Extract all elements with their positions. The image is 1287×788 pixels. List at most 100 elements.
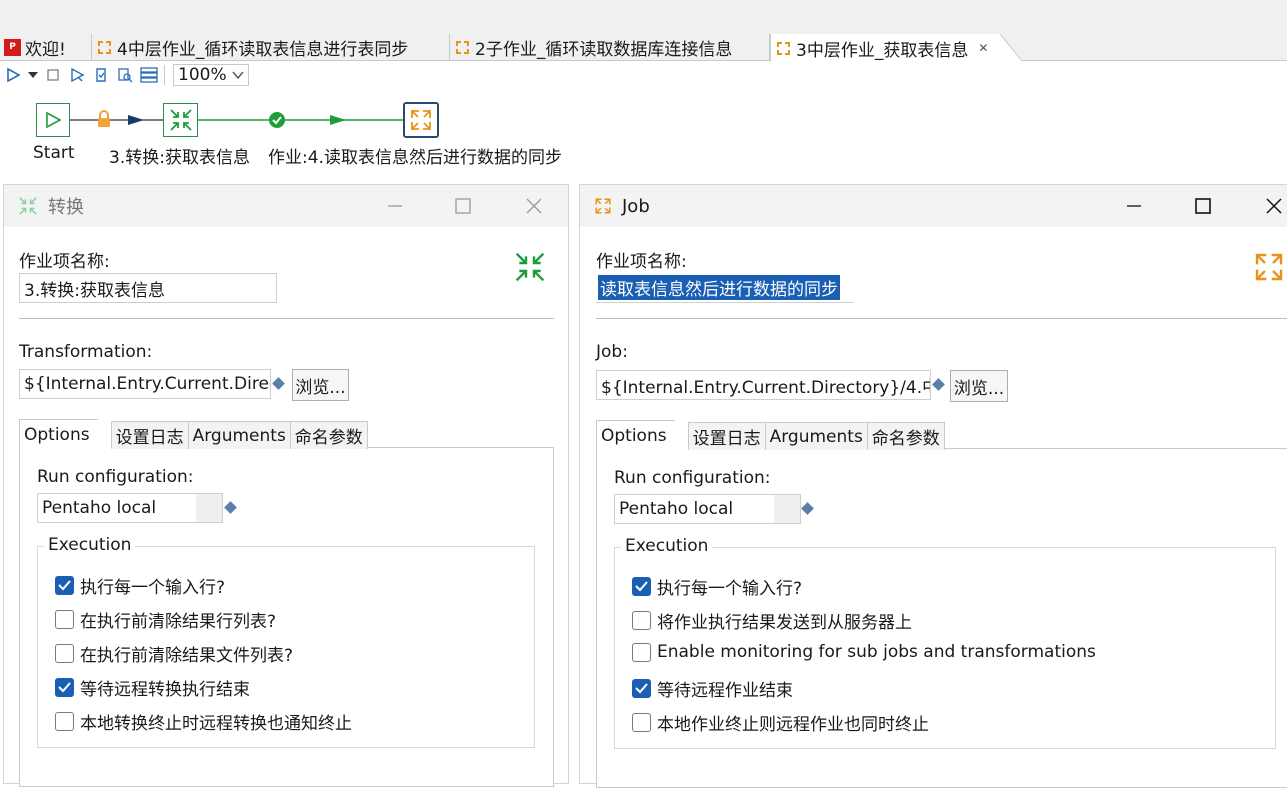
- check-button[interactable]: [90, 64, 112, 86]
- tab-options[interactable]: Options: [19, 419, 112, 449]
- chevron-down-icon: [232, 71, 244, 79]
- option-row[interactable]: Enable monitoring for sub jobs and trans…: [632, 642, 1096, 662]
- close-button[interactable]: [521, 193, 547, 219]
- window-top-band: [0, 0, 1287, 34]
- success-check-icon: [269, 112, 285, 128]
- tab-job-4[interactable]: 4中层作业_循环读取表信息进行表同步: [92, 34, 450, 61]
- maximize-icon: [1195, 198, 1211, 214]
- option-label: 在执行前清除结果文件列表?: [80, 646, 294, 666]
- option-label: 本地作业终止则远程作业也同时终止: [657, 715, 929, 735]
- sql-button[interactable]: [138, 64, 160, 86]
- checkbox[interactable]: [632, 577, 651, 596]
- tab-options[interactable]: Options: [596, 420, 689, 450]
- toolbar-separator: [164, 65, 165, 85]
- transformation-icon: [19, 197, 37, 215]
- checkbox[interactable]: [55, 610, 74, 629]
- dialog-tabs: Options 设置日志 Arguments 命名参数: [19, 419, 368, 449]
- tab-job-2[interactable]: 2子作业_循环读取数据库连接信息: [450, 34, 770, 61]
- checkbox[interactable]: [632, 713, 651, 732]
- check-icon: [635, 581, 648, 592]
- run-options-dropdown[interactable]: [26, 64, 40, 86]
- job-icon: [1255, 253, 1283, 281]
- checkbox[interactable]: [632, 679, 651, 698]
- zoom-select[interactable]: 100%: [173, 64, 249, 86]
- option-row[interactable]: 执行每一个输入行?: [632, 574, 802, 599]
- run-config-label: Run configuration:: [37, 467, 194, 487]
- tab-welcome[interactable]: P 欢迎!: [0, 34, 92, 61]
- run-config-select[interactable]: Pentaho local: [614, 494, 801, 524]
- execution-label: Execution: [621, 536, 713, 556]
- minimize-button[interactable]: [382, 193, 408, 219]
- checkbox[interactable]: [55, 644, 74, 663]
- option-row[interactable]: 在执行前清除结果行列表?: [55, 607, 276, 632]
- dialog-tabs: Options 设置日志 Arguments 命名参数: [596, 420, 945, 450]
- option-row[interactable]: 等待远程作业结束: [632, 676, 793, 701]
- run-button[interactable]: [2, 64, 24, 86]
- chevron-down-icon: [28, 72, 38, 78]
- tab-slant-decoration: [1000, 34, 1022, 61]
- stop-button[interactable]: [42, 64, 64, 86]
- replay-button[interactable]: [66, 64, 88, 86]
- checkbox[interactable]: [55, 712, 74, 731]
- browse-button[interactable]: 浏览...: [950, 370, 1008, 402]
- close-icon[interactable]: ✕: [978, 41, 988, 55]
- maximize-button[interactable]: [1190, 193, 1216, 219]
- run-config-label: Run configuration:: [614, 468, 771, 488]
- start-node[interactable]: [36, 103, 70, 137]
- dialog-title: Job: [622, 195, 650, 217]
- minimize-button[interactable]: [1121, 193, 1147, 219]
- transformation-path-input[interactable]: ${Internal.Entry.Current.Direc: [19, 369, 271, 399]
- checkbox[interactable]: [55, 576, 74, 595]
- entry-name-label: 作业项名称:: [19, 252, 110, 272]
- close-icon: [526, 198, 542, 214]
- option-row[interactable]: 本地转换终止时远程转换也通知终止: [55, 709, 352, 734]
- dialog-title: 转换: [48, 197, 84, 218]
- transformation-node[interactable]: [163, 103, 198, 137]
- transformation-node-label: 3.转换:获取表信息: [109, 148, 250, 168]
- checkbox[interactable]: [632, 611, 651, 630]
- tab-named-params[interactable]: 命名参数: [866, 422, 945, 450]
- tab-label: 2子作业_循环读取数据库连接信息: [475, 40, 733, 60]
- option-row[interactable]: 本地作业终止则远程作业也同时终止: [632, 710, 929, 735]
- tab-named-params[interactable]: 命名参数: [289, 421, 368, 449]
- divider: [596, 318, 1287, 319]
- tab-job-3[interactable]: 3中层作业_获取表信息 ✕: [770, 34, 1002, 62]
- play-icon: [7, 67, 21, 83]
- option-row[interactable]: 等待远程转换执行结束: [55, 675, 250, 700]
- entry-name-input[interactable]: 读取表信息然后进行数据的同步: [596, 273, 854, 303]
- impact-analysis-button[interactable]: [114, 64, 136, 86]
- tab-log-settings[interactable]: 设置日志: [110, 421, 189, 449]
- option-row[interactable]: 在执行前清除结果文件列表?: [55, 641, 293, 666]
- option-label: 等待远程作业结束: [657, 681, 793, 701]
- transformation-dialog: 转换 作业项名称: 3.转换:获取表信息 Transformation: ${I…: [3, 184, 569, 787]
- check-job-icon: [96, 68, 106, 82]
- dropdown-arrow: [774, 495, 800, 523]
- job-icon: [456, 41, 469, 54]
- maximize-icon: [455, 198, 471, 214]
- play-icon: [46, 111, 62, 129]
- tab-arguments[interactable]: Arguments: [764, 422, 868, 450]
- tab-label: 4中层作业_循环读取表信息进行表同步: [117, 40, 409, 60]
- tab-arguments[interactable]: Arguments: [187, 421, 291, 449]
- run-config-select[interactable]: Pentaho local: [37, 493, 223, 523]
- tab-log-settings[interactable]: 设置日志: [687, 422, 766, 450]
- job-path-input[interactable]: ${Internal.Entry.Current.Directory}/4.中: [596, 370, 931, 400]
- database-icon: [140, 67, 158, 83]
- zoom-value: 100%: [178, 65, 227, 85]
- maximize-button[interactable]: [450, 193, 476, 219]
- browse-button[interactable]: 浏览...: [292, 369, 349, 401]
- dialog-title-bar: 转换: [4, 185, 568, 227]
- option-row[interactable]: 将作业执行结果发送到从服务器上: [632, 608, 912, 633]
- job-node[interactable]: [403, 102, 439, 138]
- job-canvas[interactable]: Start 3.转换:获取表信息 作业:4.读取表信息然后进行数据的同步: [0, 88, 1287, 184]
- option-row[interactable]: 执行每一个输入行?: [55, 573, 225, 598]
- start-node-label: Start: [33, 143, 75, 163]
- lock-icon: [98, 110, 110, 127]
- minimize-icon: [388, 205, 402, 207]
- entry-name-input[interactable]: 3.转换:获取表信息: [19, 273, 277, 303]
- run-config-value: Pentaho local: [619, 499, 734, 519]
- transformation-icon: [169, 109, 192, 131]
- checkbox[interactable]: [632, 642, 651, 662]
- close-button[interactable]: [1261, 193, 1287, 219]
- checkbox[interactable]: [55, 678, 74, 697]
